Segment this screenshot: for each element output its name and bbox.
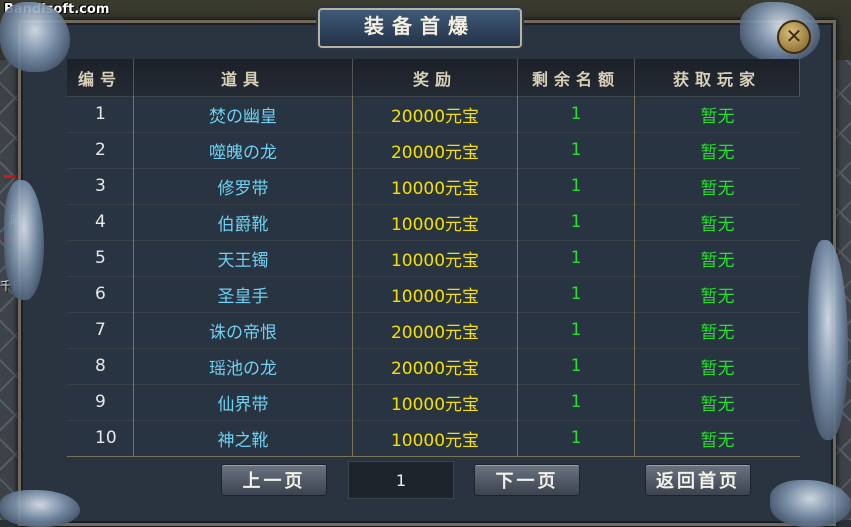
table-header: 编号 道具 奖励 剩余名额 获取玩家 (67, 59, 800, 97)
table-row: 8 瑶池の龙 20000元宝 1 暂无 (67, 348, 800, 385)
row-no: 3 (67, 168, 134, 204)
table-row: 5 天王镯 10000元宝 1 暂无 (67, 240, 800, 277)
row-remaining: 1 (518, 96, 635, 132)
table-row: 7 诛の帝恨 20000元宝 1 暂无 (67, 312, 800, 349)
row-no: 10 (67, 420, 134, 456)
table-row: 4 伯爵靴 10000元宝 1 暂无 (67, 204, 800, 241)
dragon-ornament-bottom-left (0, 490, 80, 527)
dragon-ornament-bottom-right (770, 480, 851, 527)
row-item: 瑶池の龙 (134, 348, 353, 384)
close-button[interactable]: ✕ (777, 20, 811, 54)
row-winner: 暂无 (700, 178, 735, 199)
table-row: 10 神之靴 10000元宝 1 暂无 (67, 420, 800, 457)
row-winner: 暂无 (700, 322, 735, 343)
row-item: 修罗带 (134, 168, 353, 204)
header-item: 道具 (134, 59, 353, 96)
row-remaining: 1 (518, 420, 635, 456)
row-reward: 10000元宝 (353, 384, 518, 420)
row-no: 6 (67, 276, 134, 312)
row-reward: 10000元宝 (353, 240, 518, 276)
row-reward: 20000元宝 (353, 132, 518, 168)
panel-title: 装备首爆 (318, 8, 522, 48)
row-remaining: 1 (518, 204, 635, 240)
row-winner: 暂无 (700, 142, 735, 163)
row-remaining: 1 (518, 276, 635, 312)
row-winner: 暂无 (700, 214, 735, 235)
row-reward: 20000元宝 (353, 348, 518, 384)
row-winner: 暂无 (700, 106, 735, 127)
row-no: 2 (67, 132, 134, 168)
table-row: 1 焚の幽皇 20000元宝 1 暂无 (67, 96, 800, 133)
row-reward: 10000元宝 (353, 420, 518, 456)
row-item: 焚の幽皇 (134, 96, 353, 132)
header-reward: 奖励 (353, 59, 518, 96)
row-remaining: 1 (518, 132, 635, 168)
row-reward: 10000元宝 (353, 276, 518, 312)
row-winner: 暂无 (700, 430, 735, 451)
row-reward: 20000元宝 (353, 96, 518, 132)
row-item: 伯爵靴 (134, 204, 353, 240)
page-number-display: 1 (348, 461, 454, 499)
header-no: 编号 (67, 59, 134, 96)
row-no: 9 (67, 384, 134, 420)
row-item: 天王镯 (134, 240, 353, 276)
row-remaining: 1 (518, 384, 635, 420)
row-item: 诛の帝恨 (134, 312, 353, 348)
table-row: 3 修罗带 10000元宝 1 暂无 (67, 168, 800, 205)
row-no: 5 (67, 240, 134, 276)
table-row: 6 圣皇手 10000元宝 1 暂无 (67, 276, 800, 313)
row-remaining: 1 (518, 312, 635, 348)
prev-page-button[interactable]: 上一页 (221, 464, 327, 496)
row-no: 4 (67, 204, 134, 240)
row-winner: 暂无 (700, 394, 735, 415)
row-winner: 暂无 (700, 250, 735, 271)
header-remaining: 剩余名额 (518, 59, 635, 96)
row-item: 神之靴 (134, 420, 353, 456)
row-reward: 20000元宝 (353, 312, 518, 348)
row-item: 圣皇手 (134, 276, 353, 312)
row-reward: 10000元宝 (353, 168, 518, 204)
row-item: 仙界带 (134, 384, 353, 420)
row-item: 噬魄の龙 (134, 132, 353, 168)
table-row: 9 仙界带 10000元宝 1 暂无 (67, 384, 800, 421)
table-row: 2 噬魄の龙 20000元宝 1 暂无 (67, 132, 800, 169)
row-remaining: 1 (518, 348, 635, 384)
row-winner: 暂无 (700, 358, 735, 379)
row-reward: 10000元宝 (353, 204, 518, 240)
header-winner: 获取玩家 (635, 59, 800, 96)
next-page-button[interactable]: 下一页 (474, 464, 580, 496)
row-no: 8 (67, 348, 134, 384)
return-home-button[interactable]: 返回首页 (645, 464, 751, 496)
row-no: 7 (67, 312, 134, 348)
row-remaining: 1 (518, 168, 635, 204)
row-winner: 暂无 (700, 286, 735, 307)
row-remaining: 1 (518, 240, 635, 276)
row-no: 1 (67, 96, 134, 132)
